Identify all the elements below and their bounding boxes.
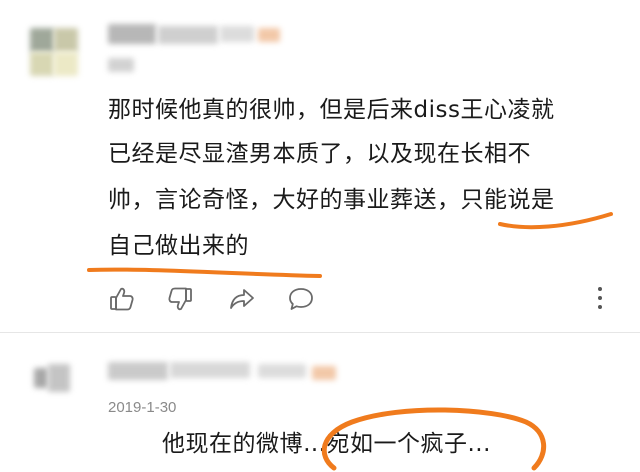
share-arrow-icon[interactable] <box>228 285 256 313</box>
avatar[interactable] <box>30 28 78 76</box>
comment-bubble-icon[interactable] <box>287 285 315 313</box>
comment-text-line-2: 已经是尽显渣男本质了，以及现在长相不 <box>108 141 531 167</box>
highlight-underline-2 <box>86 262 326 282</box>
more-vertical-icon[interactable] <box>596 287 604 313</box>
comment-text-line-4: 自己做出来的 <box>108 233 249 259</box>
thumbs-down-icon[interactable] <box>166 285 194 313</box>
highlight-underline-1 <box>496 206 616 234</box>
comment-date: 2019-1-30 <box>108 399 177 416</box>
avatar[interactable] <box>28 362 74 396</box>
comment-text-line-3: 帅，言论奇怪，大好的事业葬送，只能说是 <box>108 187 555 213</box>
meta-blurred <box>108 58 148 74</box>
username-blurred[interactable] <box>108 22 288 48</box>
comment-text-line-1: 那时候他真的很帅，但是后来diss王心凌就 <box>108 97 555 123</box>
username-blurred[interactable] <box>108 360 348 386</box>
highlight-oval <box>312 406 552 472</box>
thumbs-up-icon[interactable] <box>108 285 136 313</box>
divider <box>0 332 640 333</box>
